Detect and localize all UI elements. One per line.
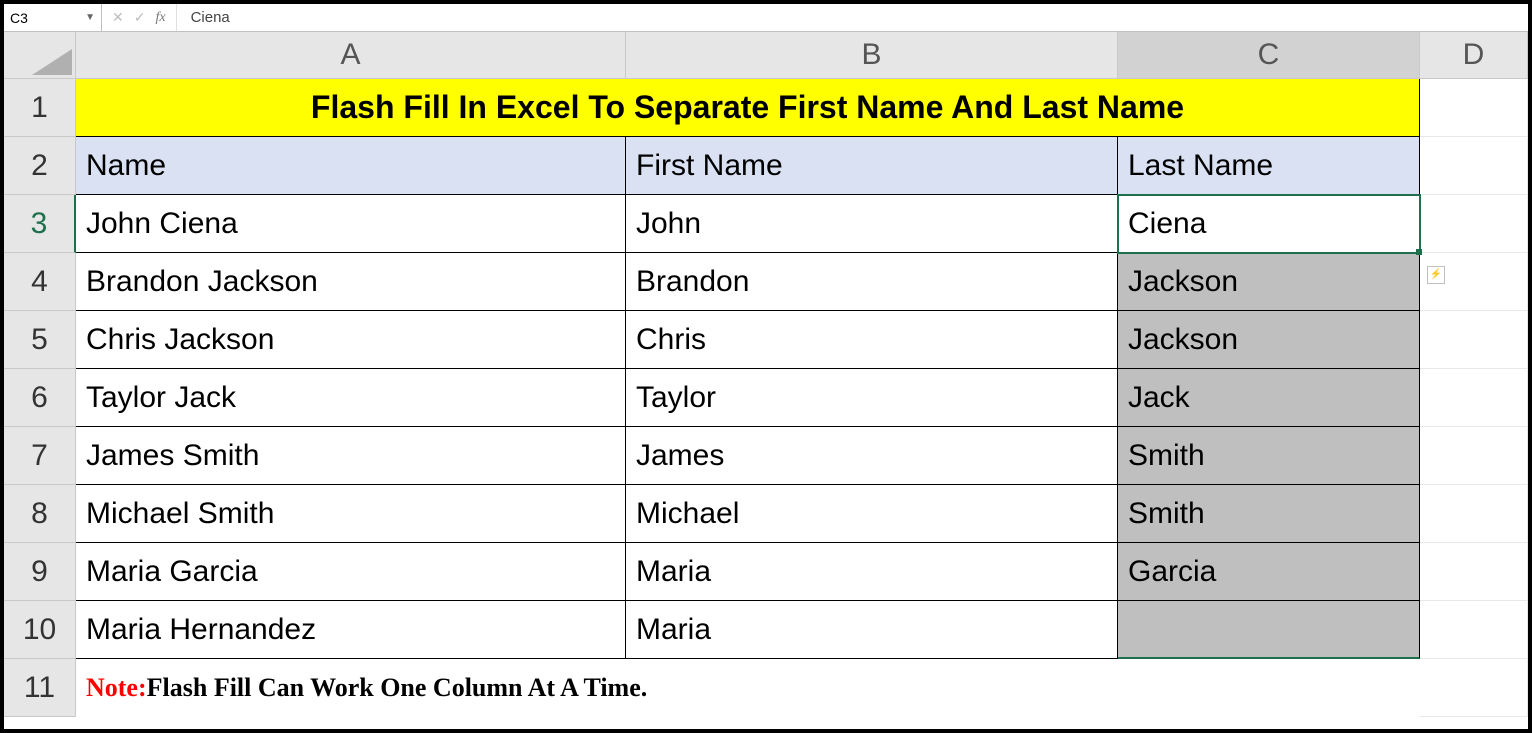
cell-C3-value: Ciena xyxy=(1128,207,1206,241)
cell-D10[interactable] xyxy=(1420,601,1528,659)
col-header-C[interactable]: C xyxy=(1118,32,1420,79)
cell-D5[interactable] xyxy=(1420,311,1528,369)
cell-D11[interactable] xyxy=(1420,659,1528,717)
cell-B8[interactable]: Michael xyxy=(626,485,1118,543)
cell-A10[interactable]: Maria Hernandez xyxy=(76,601,626,659)
select-all-corner[interactable] xyxy=(4,32,76,79)
note-cell[interactable]: Note: Flash Fill Can Work One Column At … xyxy=(76,659,1420,717)
cell-D6[interactable] xyxy=(1420,369,1528,427)
cancel-icon[interactable]: ✕ xyxy=(112,9,124,26)
row-header-9[interactable]: 9 xyxy=(4,543,76,601)
cell-D9[interactable] xyxy=(1420,543,1528,601)
cell-C7[interactable]: Smith xyxy=(1118,427,1420,485)
cell-D8[interactable] xyxy=(1420,485,1528,543)
col-header-D[interactable]: D xyxy=(1420,32,1528,79)
row-header-11[interactable]: 11 xyxy=(4,659,76,717)
row-header-2[interactable]: 2 xyxy=(4,137,76,195)
formula-bar-buttons: ✕ ✓ fx xyxy=(102,4,177,31)
name-box-input[interactable] xyxy=(10,10,70,26)
cell-A7[interactable]: James Smith xyxy=(76,427,626,485)
cell-C4[interactable]: Jackson xyxy=(1118,253,1420,311)
formula-bar: ▼ ✕ ✓ fx Ciena xyxy=(4,4,1528,32)
cell-B9[interactable]: Maria xyxy=(626,543,1118,601)
enter-icon[interactable]: ✓ xyxy=(134,9,146,26)
name-box-dropdown-icon[interactable]: ▼ xyxy=(85,12,95,23)
row-header-6[interactable]: 6 xyxy=(4,369,76,427)
fx-icon[interactable]: fx xyxy=(155,10,165,26)
cell-D1[interactable] xyxy=(1420,79,1528,137)
cell-C6[interactable]: Jack xyxy=(1118,369,1420,427)
row-header-10[interactable]: 10 xyxy=(4,601,76,659)
spreadsheet-grid: A B C D 1 Flash Fill In Excel To Separat… xyxy=(4,32,1528,717)
header-first-name[interactable]: First Name xyxy=(626,137,1118,195)
cell-D7[interactable] xyxy=(1420,427,1528,485)
col-header-A[interactable]: A xyxy=(76,32,626,79)
header-name[interactable]: Name xyxy=(76,137,626,195)
flash-fill-options-icon[interactable]: ⚡ xyxy=(1427,266,1445,284)
cell-C8[interactable]: Smith xyxy=(1118,485,1420,543)
cell-A4[interactable]: Brandon Jackson xyxy=(76,253,626,311)
cell-A6[interactable]: Taylor Jack xyxy=(76,369,626,427)
note-text: Flash Fill Can Work One Column At A Time… xyxy=(147,673,648,703)
cell-A9[interactable]: Maria Garcia xyxy=(76,543,626,601)
cell-D2[interactable] xyxy=(1420,137,1528,195)
cell-D3[interactable] xyxy=(1420,195,1528,253)
cell-C5[interactable]: Jackson xyxy=(1118,311,1420,369)
cell-A5[interactable]: Chris Jackson xyxy=(76,311,626,369)
cell-B5[interactable]: Chris xyxy=(626,311,1118,369)
cell-B6[interactable]: Taylor xyxy=(626,369,1118,427)
row-header-7[interactable]: 7 xyxy=(4,427,76,485)
row-header-3[interactable]: 3 xyxy=(4,195,76,253)
cell-A3[interactable]: John Ciena xyxy=(76,195,626,253)
cell-C3[interactable]: Ciena ⚡ xyxy=(1118,195,1420,253)
fill-handle[interactable] xyxy=(1416,249,1422,255)
row-header-1[interactable]: 1 xyxy=(4,79,76,137)
row-header-4[interactable]: 4 xyxy=(4,253,76,311)
row-header-5[interactable]: 5 xyxy=(4,311,76,369)
name-box[interactable]: ▼ xyxy=(4,4,102,31)
row-header-8[interactable]: 8 xyxy=(4,485,76,543)
cell-A8[interactable]: Michael Smith xyxy=(76,485,626,543)
cell-B7[interactable]: James xyxy=(626,427,1118,485)
header-last-name[interactable]: Last Name xyxy=(1118,137,1420,195)
formula-input[interactable]: Ciena xyxy=(177,9,1528,26)
title-cell[interactable]: Flash Fill In Excel To Separate First Na… xyxy=(76,79,1420,137)
col-header-B[interactable]: B xyxy=(626,32,1118,79)
cell-B3[interactable]: John xyxy=(626,195,1118,253)
cell-C10[interactable] xyxy=(1118,601,1420,659)
cell-C9[interactable]: Garcia xyxy=(1118,543,1420,601)
cell-B10[interactable]: Maria xyxy=(626,601,1118,659)
cell-B4[interactable]: Brandon xyxy=(626,253,1118,311)
note-label: Note: xyxy=(86,673,147,703)
